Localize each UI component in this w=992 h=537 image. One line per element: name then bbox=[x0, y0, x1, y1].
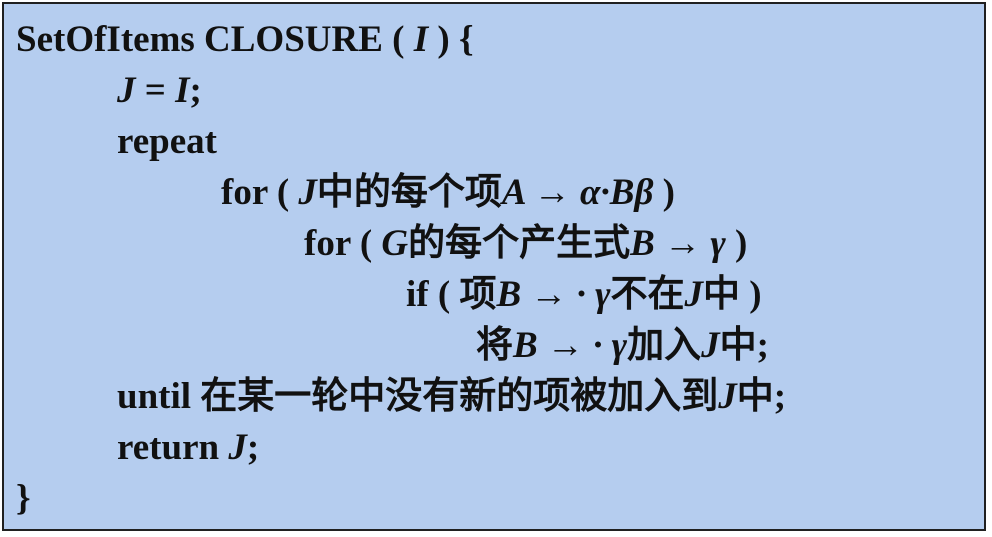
until-condition-text: 在某一轮中没有新的项被加入到 bbox=[200, 376, 719, 417]
function-signature-line: SetOfItems CLOSURE ( I ) { bbox=[16, 20, 474, 60]
paren-close: ) bbox=[734, 223, 748, 264]
for-keyword: for ( bbox=[221, 172, 290, 213]
repeat-keyword: repeat bbox=[117, 121, 217, 162]
add-word: 将 bbox=[476, 325, 513, 366]
set-J: J bbox=[684, 274, 704, 315]
item-A-alpha-B-beta: A → α·Bβ bbox=[501, 172, 654, 213]
item-word: 项 bbox=[459, 274, 497, 315]
semicolon: ; bbox=[773, 376, 787, 417]
semicolon: ; bbox=[756, 325, 769, 366]
if-line: if ( 项B → · γ不在J中 ) bbox=[406, 275, 762, 315]
var-I: I bbox=[175, 70, 190, 111]
in-text: 中 bbox=[719, 325, 757, 366]
item-B-dot-gamma: B → · γ bbox=[496, 274, 611, 315]
equals-sign: = bbox=[144, 70, 166, 111]
paren-close: ) bbox=[662, 172, 675, 213]
closing-brace: } bbox=[16, 478, 31, 519]
set-J: J bbox=[701, 325, 720, 366]
add-item-line: 将B → · γ加入J中; bbox=[476, 326, 769, 366]
for-keyword: for ( bbox=[304, 223, 373, 264]
for-items-line: for ( J中的每个项A → α·Bβ ) bbox=[221, 173, 675, 213]
for-productions-text: 的每个产生式 bbox=[408, 223, 631, 264]
for-items-text: 中的每个项 bbox=[316, 172, 502, 213]
semicolon: ; bbox=[246, 427, 260, 468]
function-signature: SetOfItems CLOSURE ( bbox=[16, 19, 405, 60]
set-J: J bbox=[718, 376, 737, 417]
until-line: until 在某一轮中没有新的项被加入到J中; bbox=[117, 377, 786, 417]
in-text: 中 bbox=[703, 274, 741, 315]
if-keyword: if ( bbox=[406, 274, 451, 315]
param-I: I bbox=[413, 19, 429, 60]
item-B-dot-gamma: B → · γ bbox=[513, 325, 628, 366]
grammar-G: G bbox=[381, 223, 409, 264]
repeat-line: repeat bbox=[117, 122, 217, 162]
signature-end: ) { bbox=[437, 19, 474, 60]
closing-brace-line: } bbox=[16, 479, 31, 519]
return-keyword: return bbox=[117, 427, 220, 468]
return-line: return J; bbox=[117, 428, 259, 468]
paren-close: ) bbox=[749, 274, 762, 315]
set-J: J bbox=[298, 172, 317, 213]
in-text: 中 bbox=[736, 376, 774, 417]
add-to-text: 加入 bbox=[627, 325, 702, 366]
for-productions-line: for ( G的每个产生式B → γ ) bbox=[304, 224, 747, 264]
production-B-gamma: B → γ bbox=[630, 223, 726, 264]
until-keyword: until bbox=[117, 376, 192, 417]
closure-pseudocode-box: SetOfItems CLOSURE ( I ) { J = I; repeat… bbox=[2, 2, 986, 531]
semicolon: ; bbox=[189, 70, 202, 111]
not-in-text: 不在 bbox=[610, 274, 685, 315]
set-J: J bbox=[228, 427, 247, 468]
var-J: J bbox=[117, 70, 136, 111]
assign-line: J = I; bbox=[117, 71, 202, 111]
